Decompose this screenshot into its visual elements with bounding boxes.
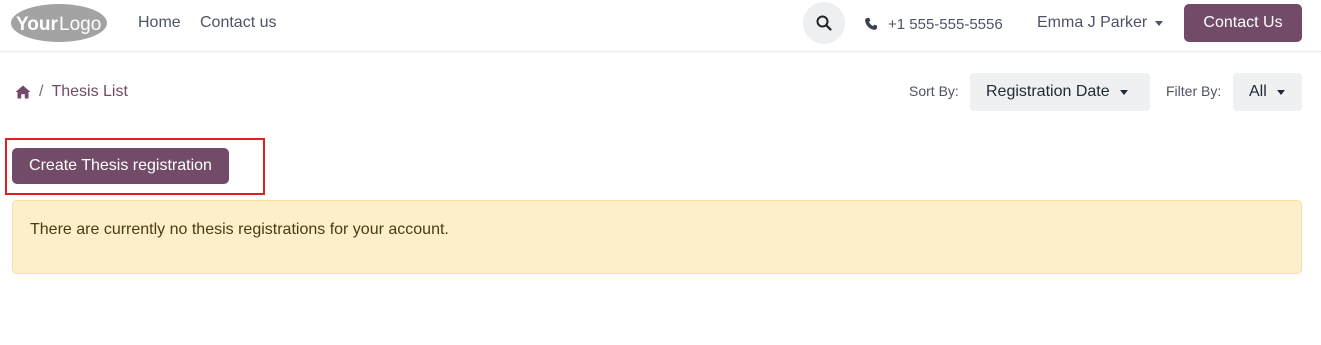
phone-number[interactable]: +1 555-555-5556 xyxy=(864,14,1003,34)
home-icon[interactable] xyxy=(15,85,31,99)
empty-state-message: There are currently no thesis registrati… xyxy=(30,221,449,238)
phone-icon xyxy=(865,17,878,30)
search-button[interactable] xyxy=(803,2,845,44)
site-header: Your Logo Home Contact us +1 555-555-555… xyxy=(0,0,1321,52)
empty-state-alert: There are currently no thesis registrati… xyxy=(12,200,1302,274)
nav-contact-link[interactable]: Contact us xyxy=(200,14,276,32)
svg-text:Your: Your xyxy=(16,14,58,35)
caret-down-icon xyxy=(1155,21,1164,26)
phone-text: +1 555-555-5556 xyxy=(888,15,1003,33)
user-name: Emma J Parker xyxy=(1037,14,1148,31)
caret-down-icon xyxy=(1119,90,1128,95)
search-icon xyxy=(816,15,832,31)
svg-text:Logo: Logo xyxy=(59,14,101,35)
filter-dropdown[interactable]: All xyxy=(1233,73,1302,111)
sort-dropdown[interactable]: Registration Date xyxy=(970,73,1150,111)
logo[interactable]: Your Logo xyxy=(10,3,108,43)
breadcrumb: / Thesis List xyxy=(15,82,128,102)
sort-label: Sort By: xyxy=(909,83,959,99)
caret-down-icon xyxy=(1276,90,1285,95)
breadcrumb-separator: / xyxy=(39,83,44,100)
create-thesis-registration-button[interactable]: Create Thesis registration xyxy=(12,148,229,184)
sort-value: Registration Date xyxy=(986,83,1110,100)
filter-label: Filter By: xyxy=(1166,83,1222,99)
nav-home-link[interactable]: Home xyxy=(138,14,181,32)
user-menu-dropdown[interactable]: Emma J Parker xyxy=(1037,14,1164,32)
filter-value: All xyxy=(1249,83,1267,100)
breadcrumb-current: Thesis List xyxy=(51,83,128,100)
contact-us-button[interactable]: Contact Us xyxy=(1184,4,1302,42)
